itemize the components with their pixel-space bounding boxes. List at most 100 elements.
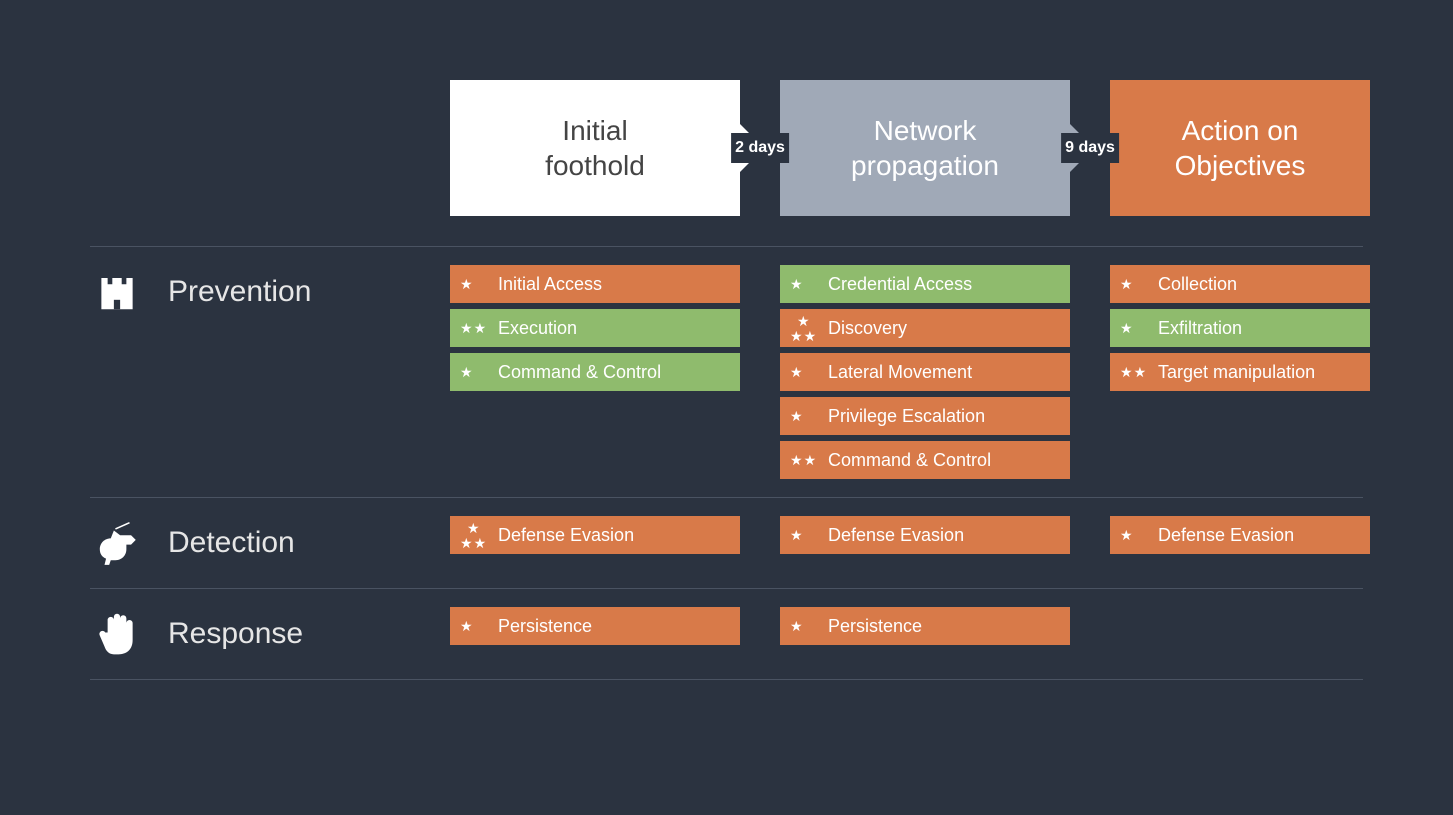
technique-pill: ★ Persistence [450, 607, 740, 645]
phase-label: Networkpropagation [851, 113, 999, 183]
star-rating: ★ [790, 365, 818, 379]
star-rating: ★★★ [790, 314, 818, 343]
section-header: Prevention [90, 265, 450, 319]
technique-pill: ★ Defense Evasion [1110, 516, 1370, 554]
phase-label: Action onObjectives [1175, 113, 1306, 183]
technique-label: Persistence [498, 616, 592, 637]
technique-pill: ★ Exfiltration [1110, 309, 1370, 347]
star-rating: ★ [1120, 321, 1148, 335]
technique-pill: ★ Command & Control [450, 353, 740, 391]
star-icon: ★ [804, 453, 817, 467]
technique-label: Initial Access [498, 274, 602, 295]
section-title: Response [168, 617, 303, 651]
detection-col-initial: ★★★ Defense Evasion [450, 516, 740, 554]
star-icon: ★ [790, 619, 803, 633]
dog-icon [90, 516, 144, 570]
star-icon: ★ [460, 365, 473, 379]
star-icon: ★ [790, 365, 803, 379]
star-icon: ★ [790, 277, 803, 291]
detection-col-action: ★ Defense Evasion [1110, 516, 1370, 554]
technique-label: Command & Control [828, 450, 991, 471]
response-col-initial: ★ Persistence [450, 607, 740, 645]
section-title: Detection [168, 526, 295, 560]
technique-label: Credential Access [828, 274, 972, 295]
star-rating: ★ [790, 277, 818, 291]
star-rating: ★ [460, 277, 488, 291]
technique-pill: ★★★ Discovery [780, 309, 1070, 347]
star-icon: ★ [1120, 277, 1133, 291]
technique-label: Exfiltration [1158, 318, 1242, 339]
detection-col-network: ★ Defense Evasion [780, 516, 1070, 554]
star-icon: ★ [790, 329, 803, 343]
section-title: Prevention [168, 275, 311, 309]
phase-gap-label: 2 days [731, 133, 789, 163]
technique-pill: ★ Persistence [780, 607, 1070, 645]
star-rating: ★★★ [460, 521, 488, 550]
technique-pill: ★ Privilege Escalation [780, 397, 1070, 435]
prevention-col-initial: ★Initial Access★★Execution★Command & Con… [450, 265, 740, 391]
technique-label: Defense Evasion [1158, 525, 1294, 546]
star-rating: ★ [790, 528, 818, 542]
diagram-root: Initialfoothold 2 days Networkpropagatio… [0, 0, 1453, 720]
star-icon: ★ [474, 536, 487, 550]
star-rating: ★ [1120, 528, 1148, 542]
section-header: Response [90, 607, 450, 661]
star-icon: ★ [460, 619, 473, 633]
star-rating: ★ [460, 365, 488, 379]
technique-pill: ★ Credential Access [780, 265, 1070, 303]
star-rating: ★ [790, 409, 818, 423]
technique-pill: ★ Lateral Movement [780, 353, 1070, 391]
technique-pill: ★★★ Defense Evasion [450, 516, 740, 554]
phase-label: Initialfoothold [545, 113, 645, 183]
technique-pill: ★★ Command & Control [780, 441, 1070, 479]
technique-label: Discovery [828, 318, 907, 339]
technique-pill: ★Collection [1110, 265, 1370, 303]
technique-label: Lateral Movement [828, 362, 972, 383]
technique-pill: ★★Execution [450, 309, 740, 347]
divider [90, 679, 1363, 680]
star-icon: ★ [797, 314, 818, 328]
phase-gap-label: 9 days [1061, 133, 1119, 163]
phase-header-row: Initialfoothold 2 days Networkpropagatio… [90, 80, 1363, 216]
star-icon: ★ [460, 321, 473, 335]
prevention-col-action: ★Collection★Exfiltration★★Target manipul… [1110, 265, 1370, 391]
star-icon: ★ [460, 277, 473, 291]
star-icon: ★ [790, 528, 803, 542]
star-icon: ★ [474, 321, 487, 335]
star-icon: ★ [1120, 321, 1133, 335]
technique-pill: ★ Defense Evasion [780, 516, 1070, 554]
phase-action-on-objectives: Action onObjectives [1110, 80, 1370, 216]
technique-label: Target manipulation [1158, 362, 1315, 383]
star-rating: ★★ [1120, 365, 1148, 379]
technique-label: Defense Evasion [828, 525, 964, 546]
castle-icon [90, 265, 144, 319]
technique-label: Defense Evasion [498, 525, 634, 546]
star-rating: ★ [1120, 277, 1148, 291]
section-header: Detection [90, 516, 450, 570]
star-icon: ★ [790, 409, 803, 423]
technique-pill: ★★ Target manipulation [1110, 353, 1370, 391]
phase-gap-1: 2 days [740, 80, 780, 216]
technique-pill: ★ Initial Access [450, 265, 740, 303]
prevention-col-network: ★Credential Access★★★Discovery★Lateral M… [780, 265, 1070, 479]
section-prevention: Prevention ★Initial Access★★Execution★Co… [90, 247, 1363, 497]
section-response: Response ★ Persistence ★ Persistence [90, 589, 1363, 679]
star-icon: ★ [460, 536, 473, 550]
star-icon: ★ [1120, 365, 1133, 379]
star-icon: ★ [1120, 528, 1133, 542]
star-rating: ★ [790, 619, 818, 633]
section-detection: Detection ★★★Defense Evasion ★Defense Ev… [90, 498, 1363, 588]
technique-label: Persistence [828, 616, 922, 637]
star-icon: ★ [790, 453, 803, 467]
star-rating: ★ [460, 619, 488, 633]
star-rating: ★★ [460, 321, 488, 335]
technique-label: Command & Control [498, 362, 661, 383]
response-col-network: ★ Persistence [780, 607, 1070, 645]
technique-label: Privilege Escalation [828, 406, 985, 427]
phase-network-propagation: Networkpropagation [780, 80, 1070, 216]
phase-gap-2: 9 days [1070, 80, 1110, 216]
star-rating: ★★ [790, 453, 818, 467]
star-icon: ★ [1134, 365, 1147, 379]
star-icon: ★ [804, 329, 817, 343]
phase-initial-foothold: Initialfoothold [450, 80, 740, 216]
